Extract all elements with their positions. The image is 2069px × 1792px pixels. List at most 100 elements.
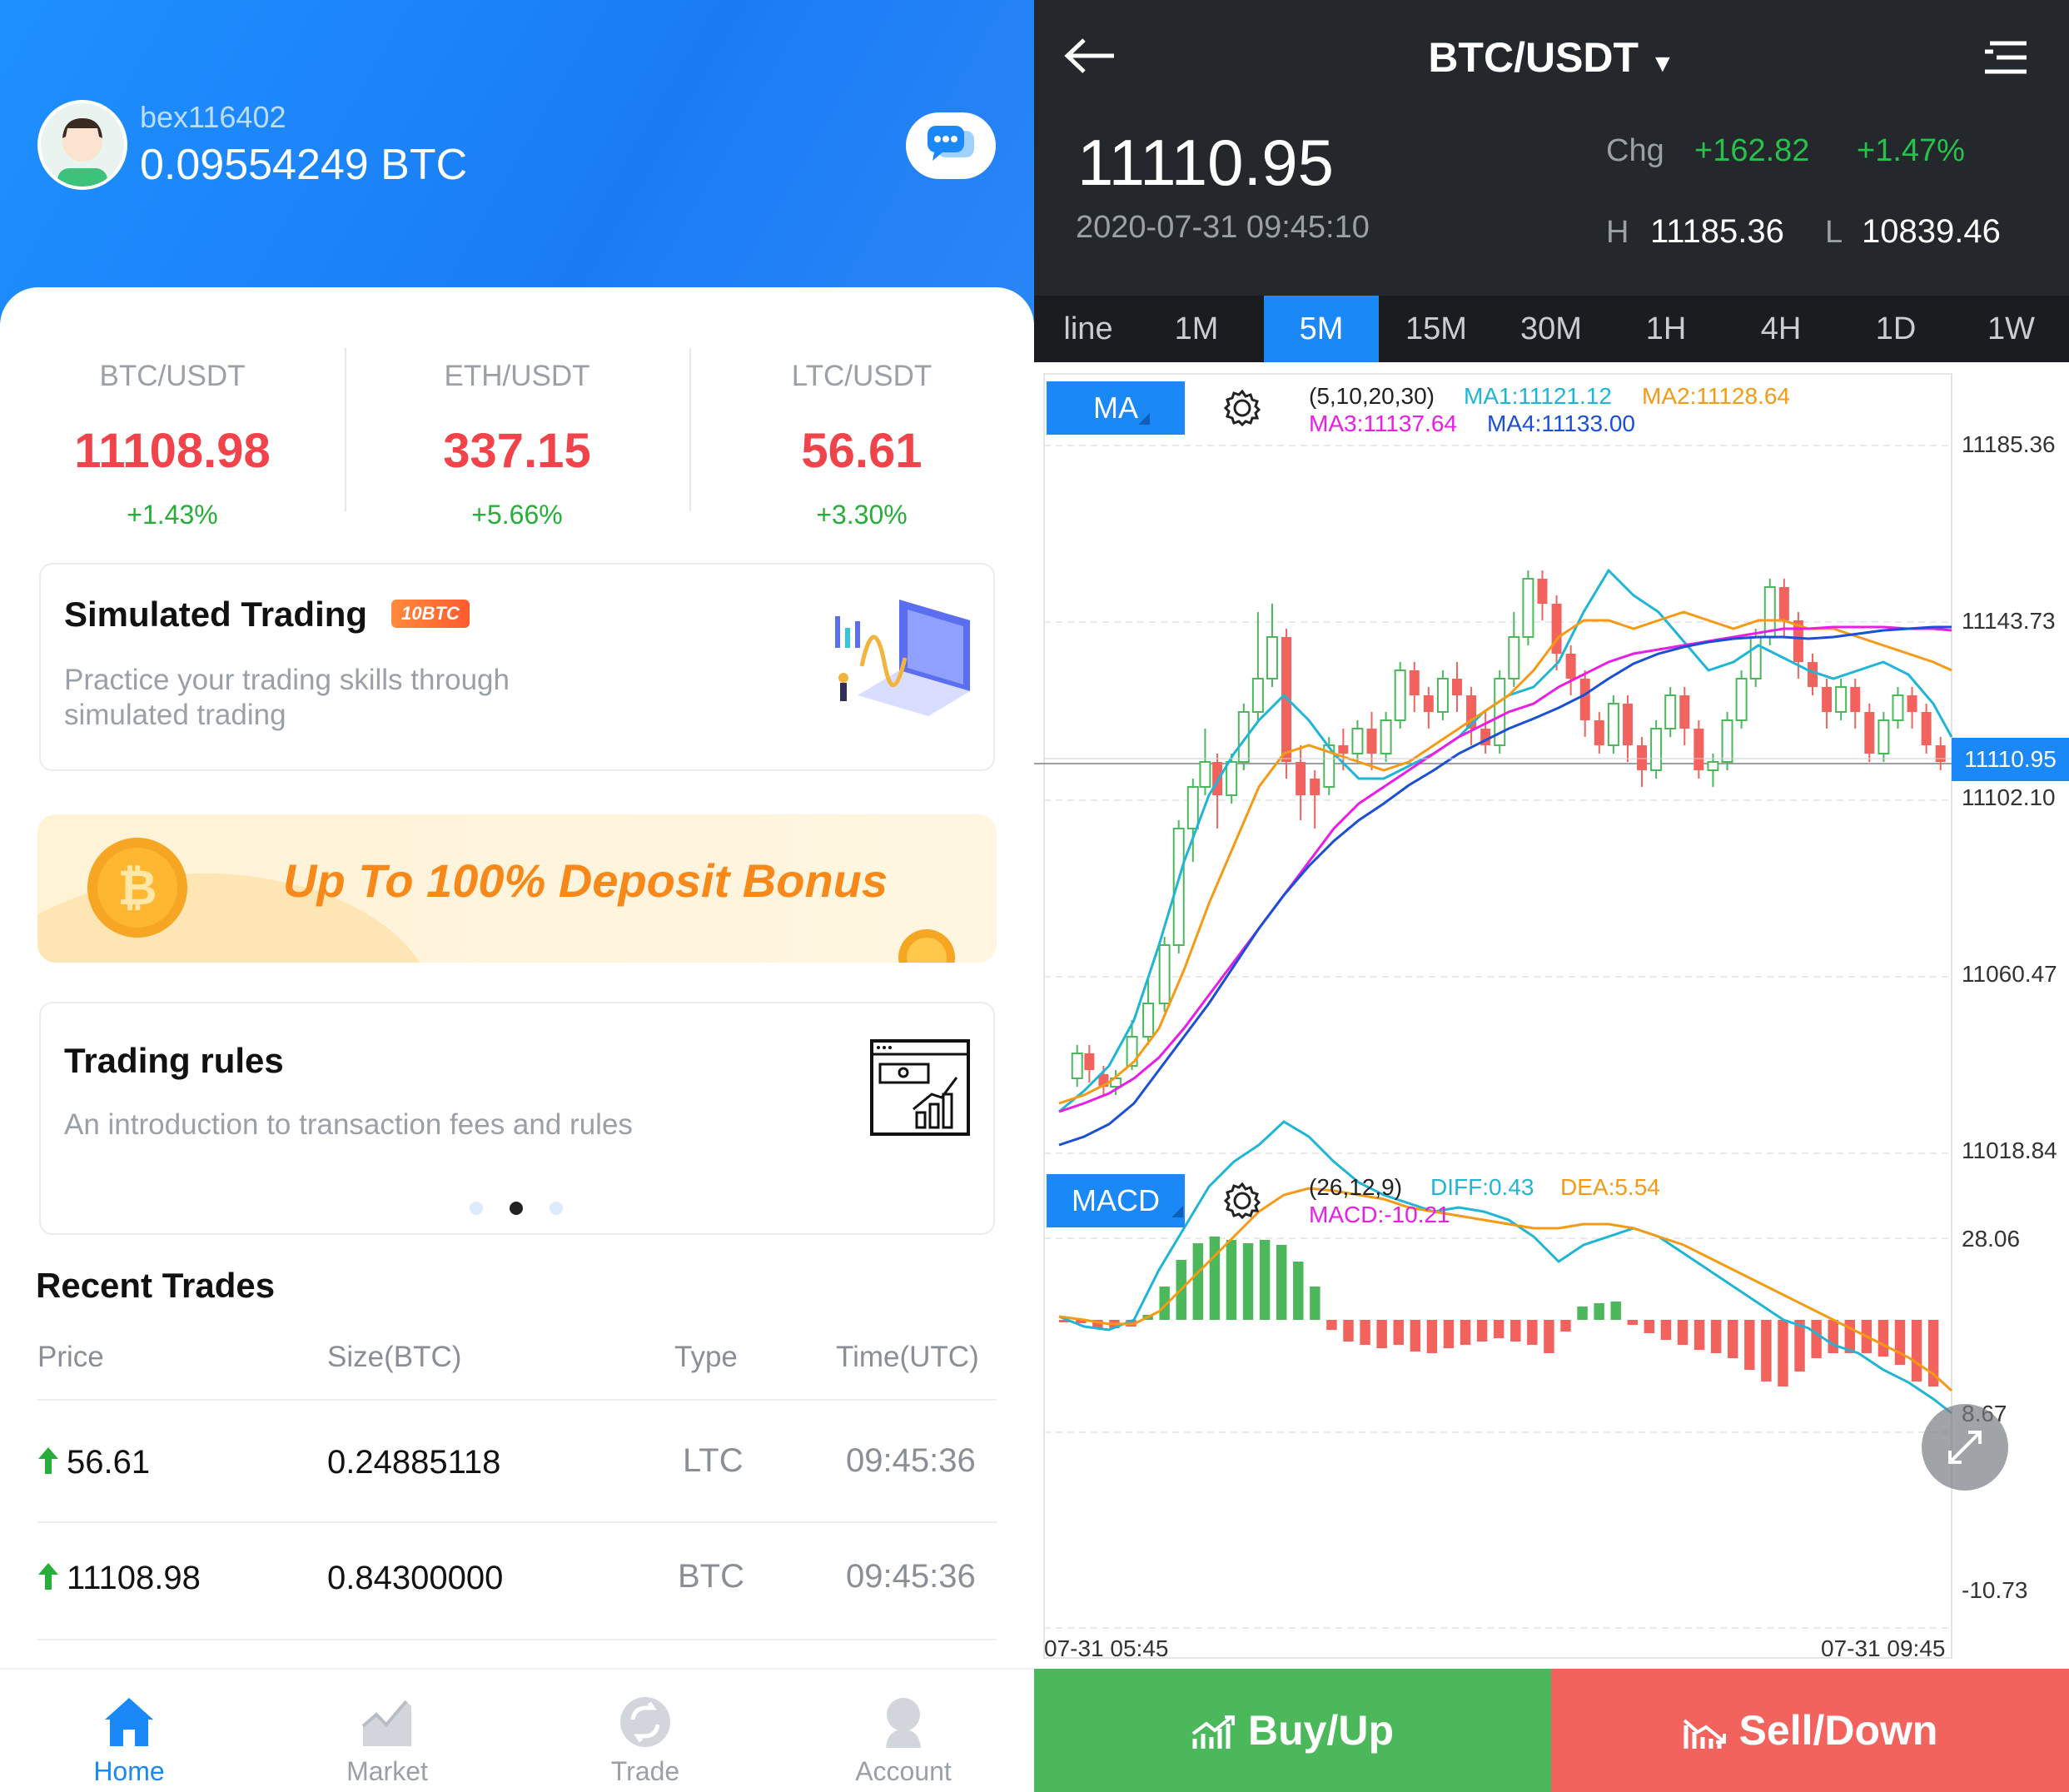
macd-bar	[1510, 1320, 1521, 1342]
macd-bar	[1627, 1320, 1639, 1325]
trade-size: 0.84300000	[327, 1560, 504, 1596]
username: bex116402	[140, 100, 286, 134]
trade-size: 0.24885118	[327, 1444, 501, 1481]
candles	[1071, 570, 1946, 1095]
tab-30m[interactable]: 30M	[1494, 296, 1609, 362]
home-icon	[105, 1698, 153, 1746]
time-axis-label: 07-31 05:45	[1044, 1635, 1169, 1661]
candle-body	[1226, 761, 1238, 796]
account-person-icon	[886, 1698, 921, 1748]
macd-bar	[1226, 1240, 1237, 1320]
home-screen: bex116402 0.09554249 BTC BTC/USDT 11108.…	[0, 0, 1034, 1792]
macd-bar	[1426, 1320, 1438, 1353]
candle-body	[1537, 579, 1548, 604]
ticker-eth[interactable]: ETH/USDT 337.15 +5.66%	[345, 350, 689, 541]
avatar[interactable]	[37, 100, 127, 190]
action-bar: Buy/Up Sell/Down	[1034, 1669, 2069, 1792]
table-row[interactable]: 56.61 0.24885118 LTC 09:45:36	[0, 1401, 1034, 1517]
tab-4h[interactable]: 4H	[1723, 296, 1838, 362]
sell-down-button[interactable]: Sell/Down	[1551, 1669, 2069, 1792]
col-header-type: Type	[674, 1341, 738, 1373]
ticker-change: +5.66%	[471, 500, 563, 530]
ticker-pair: BTC/USDT	[99, 360, 246, 392]
tab-1h[interactable]: 1H	[1609, 296, 1723, 362]
gear-icon[interactable]	[1222, 388, 1262, 428]
nav-market[interactable]: Market	[258, 1670, 516, 1792]
arrow-up-icon	[38, 1563, 58, 1590]
gear-icon[interactable]	[1222, 1181, 1262, 1221]
nav-label: Home	[93, 1756, 165, 1786]
trade-type: BTC	[678, 1558, 744, 1595]
current-price-tag: 11110.95	[1952, 738, 2069, 781]
card-title: Trading rules	[64, 1041, 284, 1080]
nav-account[interactable]: Account	[774, 1670, 1032, 1792]
diff-value: DIFF:0.43	[1430, 1174, 1534, 1200]
buy-label: Buy/Up	[1248, 1707, 1394, 1754]
candle-body	[1637, 745, 1648, 770]
carousel-dot-active[interactable]	[510, 1202, 523, 1215]
candle-body	[1921, 712, 1932, 745]
candle-body	[1266, 636, 1278, 679]
table-row[interactable]: 11108.98 0.84300000 BTC 09:45:36	[0, 1523, 1034, 1640]
macd-bar	[1660, 1320, 1672, 1340]
macd-bar	[1393, 1320, 1404, 1345]
candle-body	[1423, 695, 1434, 712]
trading-chart-screen: BTC/USDT ▼ 11110.95 2020-07-31 09:45:10 …	[1034, 0, 2069, 1792]
pair-title[interactable]: BTC/USDT ▼	[1034, 33, 2069, 82]
tab-1d[interactable]: 1D	[1838, 296, 1953, 362]
low-label: L	[1825, 215, 1843, 250]
rules-chart-icon	[870, 1039, 970, 1136]
carousel-dot[interactable]	[470, 1202, 483, 1215]
nav-label: Market	[346, 1756, 428, 1786]
macd-histogram	[1059, 1237, 1939, 1386]
tab-5m[interactable]: 5M	[1264, 296, 1379, 362]
macd-bar	[1527, 1320, 1538, 1345]
buy-up-button[interactable]: Buy/Up	[1034, 1669, 1551, 1792]
chat-button[interactable]	[906, 112, 996, 179]
candle-body	[1251, 678, 1264, 713]
tab-line[interactable]: line	[1034, 296, 1142, 362]
nav-home[interactable]: Home	[0, 1670, 258, 1792]
tab-1m[interactable]: 1M	[1142, 296, 1251, 362]
candle-body	[1522, 578, 1534, 638]
macd-indicator-button[interactable]: MACD	[1047, 1174, 1185, 1227]
macd-bar	[1326, 1320, 1337, 1330]
dea-value: DEA:5.54	[1560, 1174, 1660, 1200]
candle-body	[1409, 670, 1420, 695]
tab-15m[interactable]: 15M	[1379, 296, 1494, 362]
macd-bar	[1493, 1320, 1505, 1338]
candle-body	[1822, 687, 1833, 712]
nav-trade[interactable]: Trade	[516, 1670, 774, 1792]
candle-body	[1749, 636, 1762, 679]
sell-label: Sell/Down	[1738, 1707, 1938, 1754]
tab-1w[interactable]: 1W	[1953, 296, 2069, 362]
candle-body	[1664, 694, 1677, 729]
macd-axis-label: 28.06	[1962, 1226, 2021, 1252]
macd-bar	[1360, 1320, 1370, 1345]
macd-axis-label: -10.73	[1962, 1577, 2028, 1603]
candle-body	[1650, 728, 1663, 771]
badge-10btc: 10BTC	[391, 600, 470, 628]
candle-body	[1679, 695, 1690, 729]
fullscreen-button[interactable]	[1922, 1404, 2008, 1491]
col-header-size: Size(BTC)	[327, 1341, 462, 1373]
candlestick-chart[interactable]	[1034, 362, 2069, 1669]
macd-bar	[1276, 1245, 1287, 1320]
candle-body	[1878, 719, 1890, 754]
candle-body	[1778, 587, 1789, 620]
macd-bar	[1209, 1237, 1221, 1320]
candle-body	[1622, 704, 1633, 745]
macd-bar	[1761, 1320, 1772, 1381]
menu-list-icon[interactable]	[1983, 38, 2028, 77]
macd-bar	[1728, 1320, 1738, 1358]
ma-indicator-button[interactable]: MA	[1047, 381, 1185, 435]
col-header-price: Price	[37, 1341, 104, 1373]
trend-down-icon	[1683, 1719, 1726, 1749]
macd-bar	[1560, 1320, 1571, 1332]
carousel-dot[interactable]	[550, 1202, 563, 1215]
ticker-btc[interactable]: BTC/USDT 11108.98 +1.43%	[0, 350, 345, 541]
ticker-ltc[interactable]: LTC/USDT 56.61 +3.30%	[689, 350, 1034, 541]
candle-body	[1310, 779, 1320, 795]
ticker-change: +1.43%	[127, 500, 218, 530]
account-balance: 0.09554249 BTC	[140, 141, 468, 189]
